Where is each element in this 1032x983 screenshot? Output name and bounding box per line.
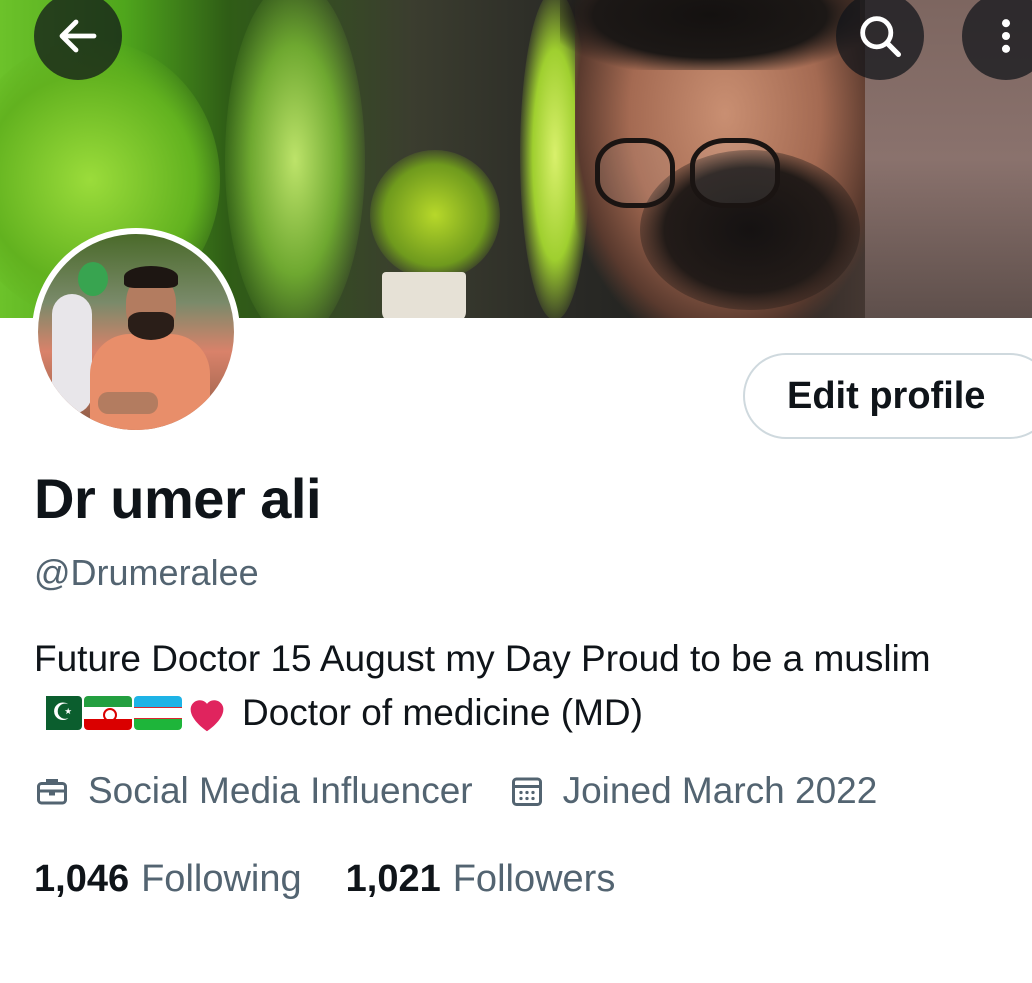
profile-category: Social Media Influencer xyxy=(34,770,473,812)
bio-line-1: Future Doctor 15 August my Day Proud to … xyxy=(34,638,931,679)
banner-foliage-mid xyxy=(225,0,365,318)
iran-flag-icon xyxy=(84,696,132,730)
search-icon xyxy=(860,16,902,58)
profile-joined-label: Joined March 2022 xyxy=(562,770,878,811)
profile-bio: Future Doctor 15 August my Day Proud to … xyxy=(34,632,1032,740)
calendar-icon xyxy=(511,777,542,806)
avatar-balloon xyxy=(78,262,108,296)
profile-page: Edit profile Dr umer ali @Drumeralee Fut… xyxy=(0,0,1032,983)
banner-plant-pot xyxy=(382,272,466,318)
more-vertical-icon xyxy=(1001,19,1011,53)
profile-display-name: Dr umer ali xyxy=(34,467,322,530)
banner-portrait-glasses-left xyxy=(595,138,675,208)
avatar-child xyxy=(52,294,92,414)
profile-meta: Social Media Influencer Joined March 202… xyxy=(34,770,913,812)
profile-stats: 1,046 Following 1,021 Followers xyxy=(34,858,659,901)
briefcase-icon xyxy=(37,779,67,805)
banner-plant xyxy=(370,150,500,280)
avatar-shirt xyxy=(90,334,210,430)
following-link[interactable]: 1,046 Following xyxy=(34,858,302,901)
banner-portrait-glasses-right xyxy=(690,138,780,208)
red-heart-icon xyxy=(190,700,224,732)
following-count: 1,046 xyxy=(34,858,130,900)
profile-avatar[interactable] xyxy=(32,228,240,436)
profile-joined-date: Joined March 2022 xyxy=(509,770,878,812)
followers-label: Followers xyxy=(452,858,616,900)
avatar-beard xyxy=(128,312,174,340)
profile-handle: @Drumeralee xyxy=(34,552,259,593)
bio-line-2: Doctor of medicine (MD) xyxy=(34,686,1032,740)
followers-count: 1,021 xyxy=(345,858,441,900)
edit-profile-button[interactable]: Edit profile xyxy=(743,353,1032,439)
pakistan-flag-icon xyxy=(34,696,82,730)
profile-category-label: Social Media Influencer xyxy=(88,770,473,811)
banner-portrait-hair xyxy=(560,0,860,70)
followers-link[interactable]: 1,021 Followers xyxy=(346,858,616,901)
uzbekistan-flag-icon xyxy=(134,696,182,730)
arrow-left-icon xyxy=(59,19,97,53)
bio-line-2-text: Doctor of medicine (MD) xyxy=(242,692,643,733)
following-label: Following xyxy=(141,858,302,900)
avatar-hair xyxy=(124,266,178,288)
avatar-hands xyxy=(98,392,158,414)
